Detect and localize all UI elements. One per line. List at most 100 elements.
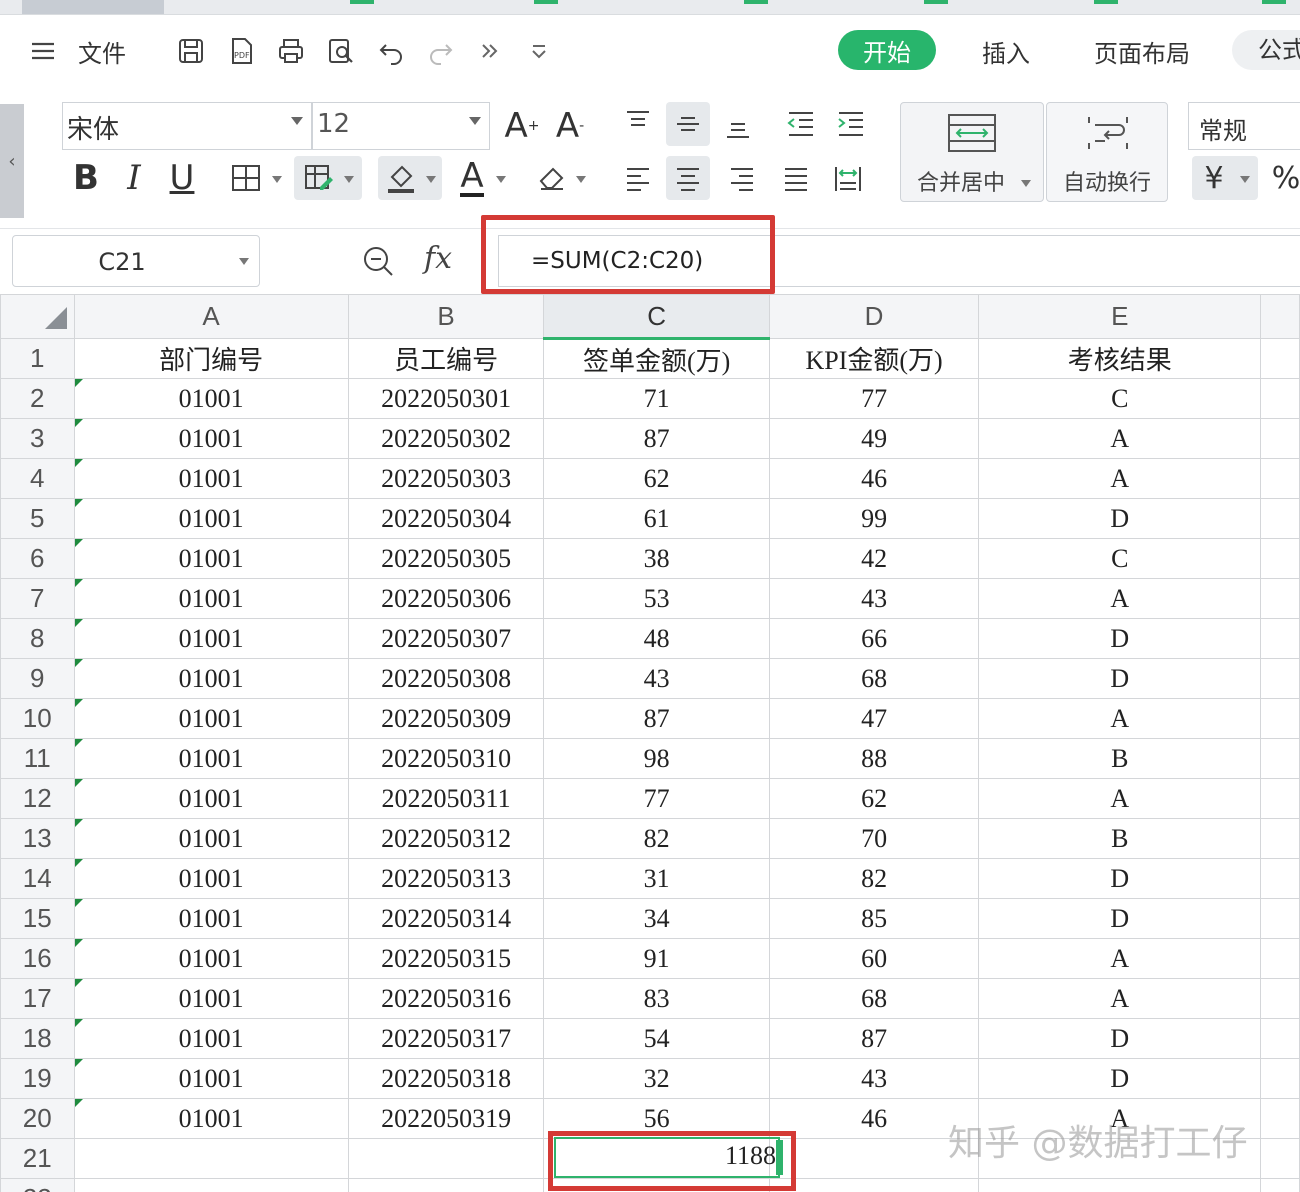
cell[interactable]: 82 (768, 858, 980, 899)
cell[interactable]: 2022050313 (347, 858, 545, 899)
cell[interactable]: C (978, 378, 1262, 419)
wrap-text-button[interactable]: 自动换行 (1046, 102, 1168, 202)
customize-icon[interactable] (524, 36, 554, 66)
cell[interactable]: 2022050304 (347, 498, 545, 539)
cell[interactable]: 2022050312 (347, 818, 545, 859)
cell[interactable]: 2022050308 (347, 658, 545, 699)
cell[interactable]: 01001 (73, 458, 349, 499)
cell[interactable]: 53 (543, 578, 770, 619)
tab-page-layout[interactable]: 页面布局 (1094, 34, 1190, 69)
row-header[interactable]: 20 (0, 1098, 75, 1139)
cell[interactable]: A (978, 938, 1262, 979)
cell[interactable] (1260, 858, 1300, 899)
row-header[interactable]: 8 (0, 618, 75, 659)
cell[interactable]: 46 (768, 458, 980, 499)
cell[interactable]: 68 (768, 978, 980, 1019)
increase-indent-button[interactable] (828, 102, 872, 146)
align-top-button[interactable] (616, 102, 660, 146)
cell[interactable]: 2022050319 (347, 1098, 545, 1139)
header-cell[interactable]: 部门编号 (73, 338, 349, 379)
cell[interactable]: 2022050303 (347, 458, 545, 499)
align-right-button[interactable] (720, 156, 764, 200)
row-header[interactable]: 21 (0, 1138, 75, 1179)
cell[interactable]: 49 (768, 418, 980, 459)
row-header[interactable]: 7 (0, 578, 75, 619)
cell[interactable] (1260, 1178, 1300, 1192)
align-left-button[interactable] (616, 156, 660, 200)
row-header[interactable]: 2 (0, 378, 75, 419)
cell[interactable]: 66 (768, 618, 980, 659)
row-header[interactable]: 10 (0, 698, 75, 739)
header-cell[interactable]: 签单金额(万) (543, 338, 770, 379)
chevron-down-icon[interactable] (576, 176, 586, 183)
cell[interactable]: 01001 (73, 698, 349, 739)
row-header[interactable]: 18 (0, 1018, 75, 1059)
cell[interactable] (1260, 698, 1300, 739)
cell[interactable]: 91 (543, 938, 770, 979)
tab-start[interactable]: 开始 (838, 30, 936, 70)
cell[interactable]: 82 (543, 818, 770, 859)
cell[interactable]: 48 (543, 618, 770, 659)
header-cell[interactable]: 考核结果 (978, 338, 1262, 379)
column-header-active[interactable]: C (543, 294, 770, 340)
cell[interactable]: 88 (768, 738, 980, 779)
currency-format-button[interactable]: ¥ (1192, 156, 1258, 200)
cell[interactable]: D (978, 858, 1262, 899)
cell[interactable]: 01001 (73, 498, 349, 539)
cell[interactable]: 2022050311 (347, 778, 545, 819)
cell[interactable]: 2022050318 (347, 1058, 545, 1099)
spreadsheet-grid[interactable]: A B C D E 1 部门编号 员工编号 签单金额(万) KPI金额(万) 考核结果 2 0… (0, 294, 1300, 1192)
row-header[interactable]: 9 (0, 658, 75, 699)
clear-format-button[interactable] (530, 156, 574, 200)
row-header[interactable]: 12 (0, 778, 75, 819)
cell[interactable]: D (978, 1018, 1262, 1059)
cell[interactable]: 31 (543, 858, 770, 899)
cell[interactable]: 01001 (73, 1058, 349, 1099)
cell[interactable]: 43 (768, 578, 980, 619)
cell[interactable]: 2022050310 (347, 738, 545, 779)
save-icon[interactable] (176, 36, 206, 66)
select-all-corner[interactable] (0, 294, 75, 339)
row-header[interactable]: 13 (0, 818, 75, 859)
insert-function-button[interactable]: fx (424, 241, 452, 276)
cell[interactable]: 01001 (73, 1018, 349, 1059)
cell[interactable]: A (978, 778, 1262, 819)
cell[interactable] (768, 1178, 980, 1192)
cell[interactable]: 2022050309 (347, 698, 545, 739)
cell[interactable]: A (978, 978, 1262, 1019)
column-header[interactable]: B (347, 294, 545, 339)
row-header[interactable]: 4 (0, 458, 75, 499)
more-icon[interactable] (474, 36, 504, 66)
merge-center-button[interactable]: 合并居中 (900, 102, 1044, 202)
row-header[interactable]: 16 (0, 938, 75, 979)
cell[interactable]: 87 (543, 418, 770, 459)
cell[interactable] (1260, 938, 1300, 979)
row-header[interactable]: 22 (0, 1178, 75, 1192)
column-header[interactable]: E (978, 294, 1262, 339)
conditional-format-button[interactable] (294, 156, 362, 200)
cell[interactable]: 2022050317 (347, 1018, 545, 1059)
grow-font-button[interactable]: A + (500, 104, 544, 148)
cell[interactable]: 62 (768, 778, 980, 819)
cell[interactable] (1260, 378, 1300, 419)
cell[interactable]: B (978, 738, 1262, 779)
zoom-search-icon[interactable] (360, 243, 396, 279)
cell[interactable]: A (978, 458, 1262, 499)
column-header[interactable]: D (768, 294, 980, 339)
align-bottom-button[interactable] (716, 102, 760, 146)
cell[interactable]: C (978, 538, 1262, 579)
cell[interactable]: 01001 (73, 778, 349, 819)
cell[interactable]: 61 (543, 498, 770, 539)
cell[interactable] (1260, 338, 1300, 379)
cell[interactable]: 54 (543, 1018, 770, 1059)
cell[interactable]: 70 (768, 818, 980, 859)
cell[interactable]: D (978, 498, 1262, 539)
cell[interactable] (978, 1178, 1262, 1192)
ribbon-collapse-handle[interactable]: ‹ (0, 104, 24, 218)
cell[interactable] (1260, 578, 1300, 619)
file-menu[interactable]: 文件 (78, 34, 126, 69)
cell[interactable]: 32 (543, 1058, 770, 1099)
cell[interactable] (73, 1138, 349, 1179)
italic-button[interactable]: I (112, 156, 156, 200)
cell[interactable]: A (978, 698, 1262, 739)
